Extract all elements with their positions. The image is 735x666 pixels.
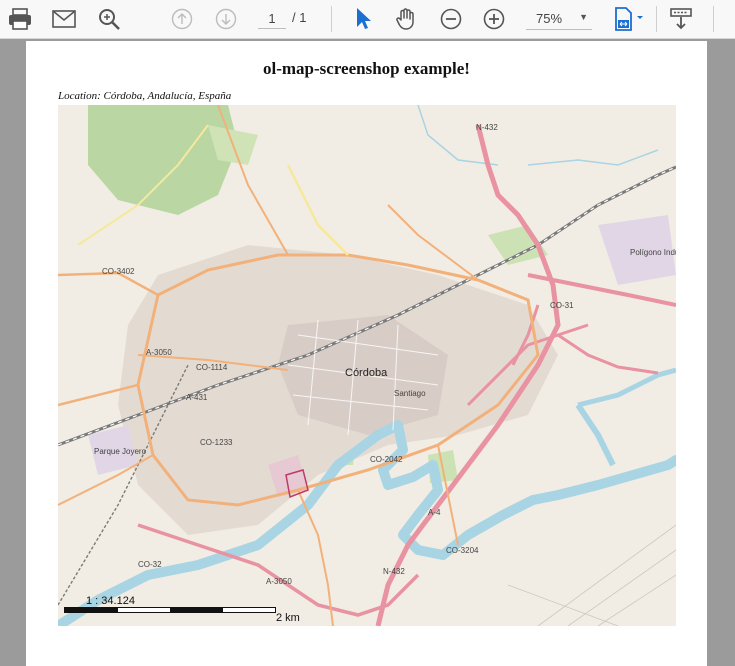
map-label-road: N-432 — [383, 567, 405, 576]
previous-page-icon[interactable] — [168, 5, 196, 33]
chevron-down-icon: ▼ — [579, 12, 588, 22]
next-page-icon[interactable] — [212, 5, 240, 33]
search-icon[interactable] — [95, 5, 123, 33]
fit-page-icon[interactable] — [612, 5, 648, 33]
select-cursor-icon[interactable] — [349, 5, 377, 33]
hand-tool-icon[interactable] — [392, 5, 420, 33]
map-label-santiago: Santiago — [394, 389, 426, 398]
map-label-road: CO-1233 — [200, 438, 233, 447]
toolbar-divider — [331, 6, 332, 32]
page-total: / 1 — [292, 10, 307, 25]
map-image: Córdoba Santiago CO-3402 A-3050 CO-1114 … — [58, 105, 676, 626]
zoom-in-icon[interactable] — [480, 5, 508, 33]
map-label-road: CO-2042 — [370, 455, 403, 464]
email-icon[interactable] — [50, 5, 78, 33]
map-label-road: CO-3402 — [102, 267, 135, 276]
map-graphic — [58, 105, 676, 626]
map-label-industrial: Polígono Industrial — [630, 248, 676, 257]
map-label-road: A-3050 — [146, 348, 172, 357]
map-label-road: N-432 — [476, 123, 498, 132]
map-label-road: CO-1114 — [196, 363, 228, 372]
toolbar-divider — [713, 6, 714, 32]
map-label-city: Córdoba — [345, 367, 388, 379]
map-label-road: CO-31 — [550, 301, 574, 310]
map-label-road: CO-32 — [138, 560, 162, 569]
scale-distance: 2 km — [276, 612, 300, 624]
map-label-road: A-4 — [428, 508, 441, 517]
location-caption: Location: Córdoba, Andalucía, España — [58, 90, 232, 102]
print-icon[interactable] — [6, 5, 34, 33]
toolbar: / 1 75% ▼ — [0, 0, 735, 39]
map-label-road: A-3050 — [266, 577, 292, 586]
zoom-out-icon[interactable] — [437, 5, 465, 33]
map-label-road: A-431 — [186, 393, 208, 402]
scale-bar — [64, 607, 276, 613]
scale-ratio: 1 : 34.124 — [86, 595, 135, 607]
map-label-park: Parque Joyero — [94, 447, 147, 456]
download-icon[interactable] — [667, 5, 695, 33]
map-label-road: CO-3204 — [446, 546, 479, 555]
zoom-select[interactable]: 75% ▼ — [526, 8, 592, 30]
document-viewer[interactable]: ol-map-screenshop example! Location: Cór… — [0, 39, 735, 666]
toolbar-divider — [656, 6, 657, 32]
zoom-value: 75% — [536, 11, 563, 26]
pdf-page: ol-map-screenshop example! Location: Cór… — [26, 41, 707, 666]
page-number-input[interactable] — [258, 8, 286, 29]
page-title: ol-map-screenshop example! — [263, 59, 470, 78]
